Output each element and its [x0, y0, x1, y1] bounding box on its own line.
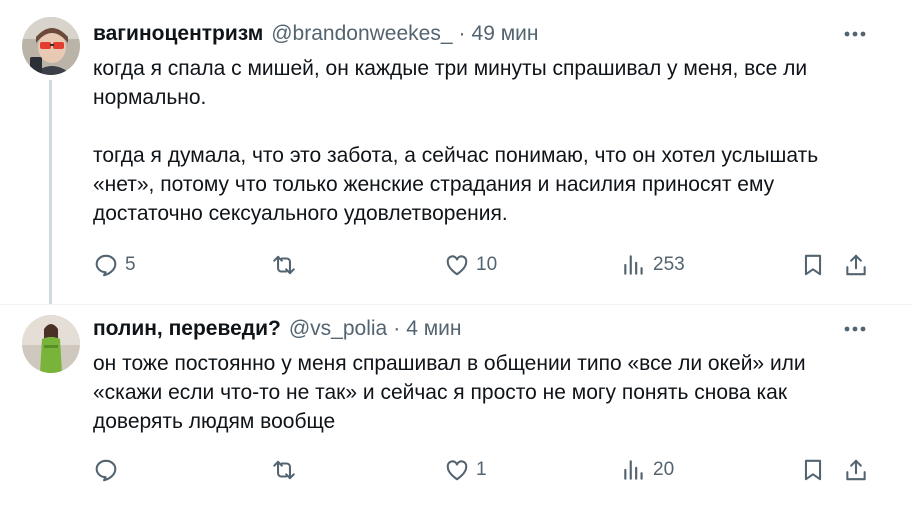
avatar[interactable] — [22, 17, 80, 75]
author-handle[interactable]: @brandonweekes_ — [271, 22, 452, 46]
tweet-header: полин, переведи? @vs_polia · 4 мин — [93, 315, 872, 343]
avatar-image — [22, 315, 80, 373]
avatar-image — [22, 17, 80, 75]
share-button[interactable] — [843, 250, 869, 280]
author-handle[interactable]: @vs_polia — [289, 317, 387, 341]
thread-connector-line — [49, 80, 52, 304]
tweet-text: он тоже постоянно у меня спрашивал в общ… — [93, 349, 873, 436]
views-count: 253 — [653, 254, 685, 275]
views-chart-icon — [624, 460, 643, 480]
tweet-timestamp[interactable]: 4 мин — [406, 317, 461, 341]
separator-dot: · — [458, 22, 466, 45]
tweet[interactable]: вагиноцентризм @brandonweekes_ · 49 мин … — [0, 0, 912, 304]
share-icon — [846, 254, 866, 276]
reply-icon — [95, 459, 117, 482]
like-count: 10 — [476, 254, 498, 275]
retweet-icon — [273, 460, 295, 480]
share-icon — [846, 459, 866, 481]
like-count: 1 — [476, 459, 487, 480]
separator-dot: · — [393, 317, 401, 340]
bookmark-button[interactable] — [800, 250, 826, 280]
views-count: 20 — [653, 459, 675, 480]
tweet[interactable]: полин, переведи? @vs_polia · 4 мин он то… — [0, 305, 912, 508]
heart-icon — [446, 255, 468, 276]
tweet-actions: 1 20 — [93, 455, 873, 485]
tweet-text: когда я спала с мишей, он каждые три мин… — [93, 54, 873, 228]
retweet-icon — [273, 255, 295, 275]
author-name[interactable]: вагиноцентризм — [93, 22, 263, 46]
more-horizontal-icon[interactable] — [842, 319, 868, 339]
heart-icon — [446, 460, 468, 481]
tweet-actions: 5 10 253 — [93, 250, 873, 280]
bookmark-icon — [804, 254, 822, 276]
like-button[interactable]: 1 — [444, 455, 487, 485]
retweet-button[interactable] — [271, 455, 303, 485]
reply-count: 5 — [125, 254, 136, 275]
reply-button[interactable]: 5 — [93, 250, 136, 280]
views-button[interactable]: 20 — [621, 455, 674, 485]
author-name[interactable]: полин, переведи? — [93, 317, 281, 341]
tweet-timestamp[interactable]: 49 мин — [472, 22, 539, 46]
reply-button[interactable] — [93, 455, 125, 485]
tweet-paragraph: он тоже постоянно у меня спрашивал в общ… — [93, 352, 806, 433]
tweet-paragraph: тогда я думала, что это забота, а сейчас… — [93, 144, 819, 225]
like-button[interactable]: 10 — [444, 250, 497, 280]
tweet-paragraph: когда я спала с мишей, он каждые три мин… — [93, 57, 808, 109]
tweet-header: вагиноцентризм @brandonweekes_ · 49 мин — [93, 20, 872, 48]
more-horizontal-icon[interactable] — [842, 24, 868, 44]
share-button[interactable] — [843, 455, 869, 485]
views-button[interactable]: 253 — [621, 250, 685, 280]
avatar[interactable] — [22, 315, 80, 373]
retweet-button[interactable] — [271, 250, 303, 280]
bookmark-icon — [804, 459, 822, 481]
reply-icon — [95, 254, 117, 277]
bookmark-button[interactable] — [800, 455, 826, 485]
views-chart-icon — [624, 255, 643, 275]
